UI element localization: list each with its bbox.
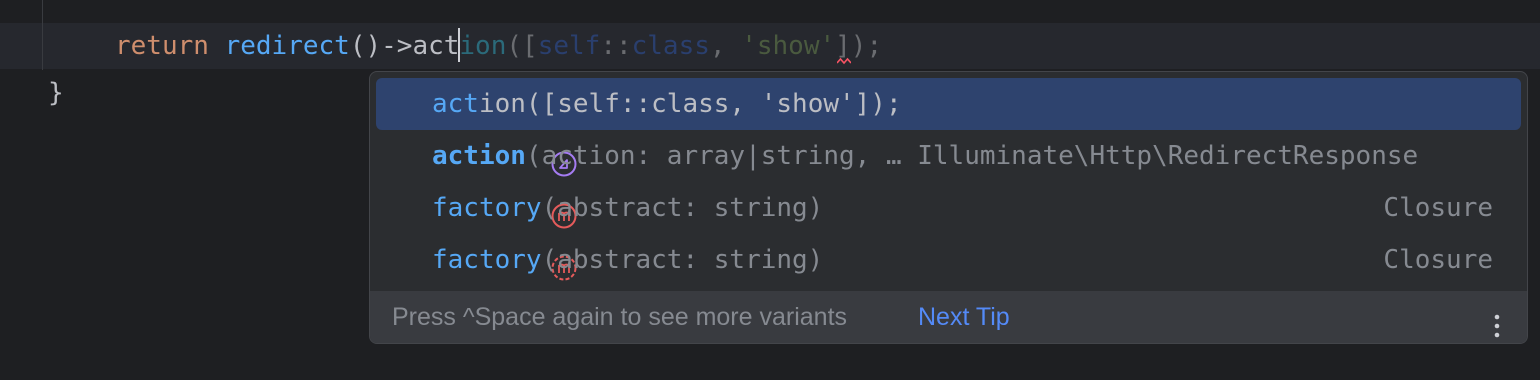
closing-brace: } (48, 78, 64, 108)
next-tip-link[interactable]: Next Tip (918, 291, 1010, 343)
method-icon (394, 247, 577, 333)
inline-completion-self: self (537, 31, 601, 61)
keyword-return: return (115, 31, 209, 61)
completion-footer: Press ^Space again to see more variants … (370, 291, 1527, 343)
match-highlight: action (432, 141, 526, 171)
live-template-icon (394, 91, 577, 177)
completion-item[interactable]: factory(abstract: string) Closure (376, 234, 1521, 333)
indent-guide (42, 0, 43, 70)
completion-item-text: factory(abstract: string) (432, 182, 823, 234)
completion-item[interactable]: factory(abstract: string) Closure (376, 182, 1521, 281)
method-signature: (abstract: string) (541, 193, 824, 223)
method-name: factory (432, 245, 542, 275)
code-editor[interactable]: return redirect()->action([self::class, … (0, 0, 1540, 380)
return-type: Closure (1383, 193, 1493, 223)
completion-item-text: action([self::class, 'show']); (432, 78, 902, 130)
inline-completion-fn: ion (459, 31, 507, 61)
completion-rest: ion([self::class, 'show']); (478, 89, 902, 119)
method-icon (394, 143, 577, 229)
completion-item[interactable]: action([self::class, 'show']); (376, 78, 1521, 177)
completion-list[interactable]: action([self::class, 'show']); action(ac… (370, 78, 1527, 333)
inline-completion-sep: :: (600, 31, 632, 61)
inline-completion-comma: , (709, 31, 742, 61)
completion-item[interactable]: action(action: array|string, … Illuminat… (376, 130, 1521, 229)
error-squiggle: ]); (835, 23, 882, 69)
inline-completion-class: class (631, 31, 710, 61)
method-name: factory (432, 193, 542, 223)
more-options-icon[interactable] (1487, 305, 1507, 338)
completion-popup[interactable]: action([self::class, 'show']); action(ac… (369, 71, 1528, 344)
text-caret (458, 27, 461, 62)
code-line-return[interactable]: return redirect()->action([self::class, … (115, 23, 882, 69)
return-type: Closure (1383, 245, 1493, 275)
footer-tip-text: Press ^Space again to see more variants (392, 303, 848, 331)
call-arrow: ()-> (349, 31, 413, 61)
match-highlight: act (432, 89, 479, 119)
completion-item-text: factory(abstract: string) (432, 234, 823, 286)
method-signature: (action: array|string, … Illuminate\Http… (525, 141, 1419, 171)
method-signature: (abstract: string) (541, 245, 824, 275)
function-redirect: redirect (224, 31, 350, 61)
method-static-icon (394, 195, 577, 281)
code-line-brace[interactable]: } (48, 70, 64, 116)
completion-item-text: action(action: array|string, … Illuminat… (432, 130, 1418, 182)
typed-text: act (412, 31, 460, 61)
inline-completion-open: ([ (506, 31, 538, 61)
inline-completion-string: 'show' (741, 31, 836, 61)
